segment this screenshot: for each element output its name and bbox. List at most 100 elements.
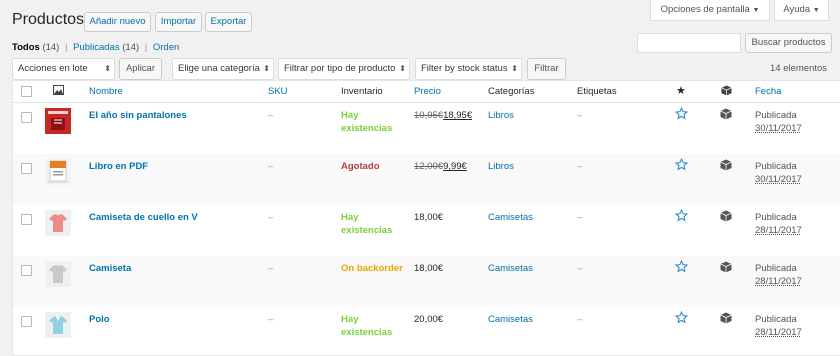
separator: | xyxy=(144,42,148,53)
featured-star-icon[interactable] xyxy=(674,208,689,225)
product-type-box-icon xyxy=(720,312,732,327)
publish-date: 28/11/2017 xyxy=(755,225,802,236)
column-stock: Inventario xyxy=(341,86,383,97)
column-categories: Categorías xyxy=(488,86,535,97)
product-thumbnail[interactable] xyxy=(45,261,71,287)
price: 20,00€ xyxy=(414,314,444,325)
page-title: Productos xyxy=(12,11,85,28)
help-button[interactable]: Ayuda ▼ xyxy=(774,0,829,21)
table-row: El año sin pantalones – Hay existencias 10,9… xyxy=(13,103,840,154)
filter-button[interactable]: Filtrar xyxy=(527,58,566,80)
add-new-button[interactable]: Añadir nuevo xyxy=(84,12,151,32)
row-checkbox[interactable] xyxy=(21,112,32,123)
row-checkbox[interactable] xyxy=(21,163,32,174)
row-checkbox[interactable] xyxy=(21,214,32,225)
product-name-link[interactable]: Camiseta xyxy=(89,262,131,275)
search-input[interactable] xyxy=(637,33,741,53)
select-all-checkbox[interactable] xyxy=(21,86,32,97)
stock-status: Hay existencias xyxy=(341,212,393,236)
search-button[interactable]: Buscar productos xyxy=(745,33,832,53)
category-link[interactable]: Camisetas xyxy=(488,262,533,275)
caret-down-icon: ▼ xyxy=(812,7,820,14)
date-cell: Publicada 28/11/2017 xyxy=(755,262,802,288)
featured-star-icon[interactable] xyxy=(674,106,689,123)
import-button[interactable]: Importar xyxy=(155,12,202,32)
category-select[interactable]: Elige una categoría ⬍ xyxy=(172,58,274,80)
regular-price: 12,00€ xyxy=(414,161,444,172)
product-type-box-icon xyxy=(720,108,732,123)
item-count: 14 elementos xyxy=(770,63,828,74)
view-published[interactable]: Publicadas (14) xyxy=(73,42,139,53)
image-column-icon xyxy=(53,85,64,98)
bulk-actions-select[interactable]: Acciones en lote ⬍ xyxy=(12,58,115,80)
publish-date: 30/11/2017 xyxy=(755,123,802,134)
export-button[interactable]: Exportar xyxy=(205,12,252,32)
screen-options-label: Opciones de pantalla xyxy=(660,4,750,15)
price-cell: 20,00€ xyxy=(414,313,443,326)
product-name-link[interactable]: Polo xyxy=(89,313,110,326)
stock-status: Hay existencias xyxy=(341,110,393,134)
tags-value: – xyxy=(577,263,583,274)
screen-options-button[interactable]: Opciones de pantalla ▼ xyxy=(650,0,770,21)
publish-status: Publicada xyxy=(755,110,797,121)
product-name-link[interactable]: Camiseta de cuello en V xyxy=(89,211,198,224)
sale-price: 18,95€ xyxy=(443,110,473,121)
sale-price: 9,99€ xyxy=(443,161,467,172)
table-row: Camiseta – On backorder 18,00€ Camisetas – Pub… xyxy=(13,256,840,307)
stock-status: On backorder xyxy=(341,263,403,274)
publish-status: Publicada xyxy=(755,161,797,172)
category-link[interactable]: Libros xyxy=(488,109,514,122)
publish-date: 30/11/2017 xyxy=(755,174,802,185)
stock-status-select[interactable]: Filter by stock status ⬍ xyxy=(415,58,522,80)
featured-star-icon[interactable] xyxy=(674,259,689,276)
product-thumbnail[interactable] xyxy=(45,210,71,236)
publish-status: Publicada xyxy=(755,212,797,223)
featured-star-icon[interactable] xyxy=(674,157,689,174)
product-type-select[interactable]: Filtrar por tipo de producto ⬍ xyxy=(278,58,410,80)
category-link[interactable]: Camisetas xyxy=(488,313,533,326)
publish-date: 28/11/2017 xyxy=(755,276,802,287)
sku-value: – xyxy=(268,212,274,223)
product-name-link[interactable]: Libro en PDF xyxy=(89,160,148,173)
separator: | xyxy=(64,42,68,53)
products-table: Nombre SKU Inventario Precio Categorías … xyxy=(12,80,840,356)
publish-status: Publicada xyxy=(755,263,797,274)
column-price[interactable]: Precio xyxy=(414,86,441,97)
column-sku[interactable]: SKU xyxy=(268,86,288,97)
product-thumbnail[interactable] xyxy=(45,108,71,134)
help-label: Ayuda xyxy=(783,4,811,15)
product-type-box-icon xyxy=(720,210,732,225)
caret-down-icon: ▼ xyxy=(752,7,760,14)
view-sort[interactable]: Orden xyxy=(153,42,179,53)
views-nav: Todos (14) | Publicadas (14) | Orden xyxy=(12,42,179,53)
column-name[interactable]: Nombre xyxy=(89,86,123,97)
sku-value: – xyxy=(268,263,274,274)
date-cell: Publicada 30/11/2017 xyxy=(755,160,802,186)
chevron-updown-icon: ⬍ xyxy=(104,64,111,73)
featured-star-icon[interactable] xyxy=(674,310,689,327)
product-type-box-icon xyxy=(720,159,732,174)
product-name-link[interactable]: El año sin pantalones xyxy=(89,109,187,122)
tags-value: – xyxy=(577,161,583,172)
view-all[interactable]: Todos (14) xyxy=(12,42,59,53)
sku-value: – xyxy=(268,110,274,121)
category-link[interactable]: Libros xyxy=(488,160,514,173)
row-checkbox[interactable] xyxy=(21,265,32,276)
table-row: Camiseta de cuello en V – Hay existencias 18… xyxy=(13,205,840,256)
stock-status: Agotado xyxy=(341,161,380,172)
column-tags: Etiquetas xyxy=(577,86,617,97)
row-checkbox[interactable] xyxy=(21,316,32,327)
product-thumbnail[interactable] xyxy=(45,159,71,185)
apply-button[interactable]: Aplicar xyxy=(119,58,162,80)
product-thumbnail[interactable] xyxy=(45,312,71,338)
price-cell: 18,00€ xyxy=(414,262,443,275)
column-date[interactable]: Fecha xyxy=(755,86,781,97)
date-cell: Publicada 28/11/2017 xyxy=(755,211,802,237)
type-column-box-icon xyxy=(721,85,732,99)
chevron-updown-icon: ⬍ xyxy=(511,64,518,73)
featured-column-star-icon[interactable]: ★ xyxy=(676,84,686,97)
table-row: Polo – Hay existencias 20,00€ Camisetas – Publi… xyxy=(13,307,840,355)
chevron-updown-icon: ⬍ xyxy=(263,64,270,73)
category-link[interactable]: Camisetas xyxy=(488,211,533,224)
sku-value: – xyxy=(268,161,274,172)
